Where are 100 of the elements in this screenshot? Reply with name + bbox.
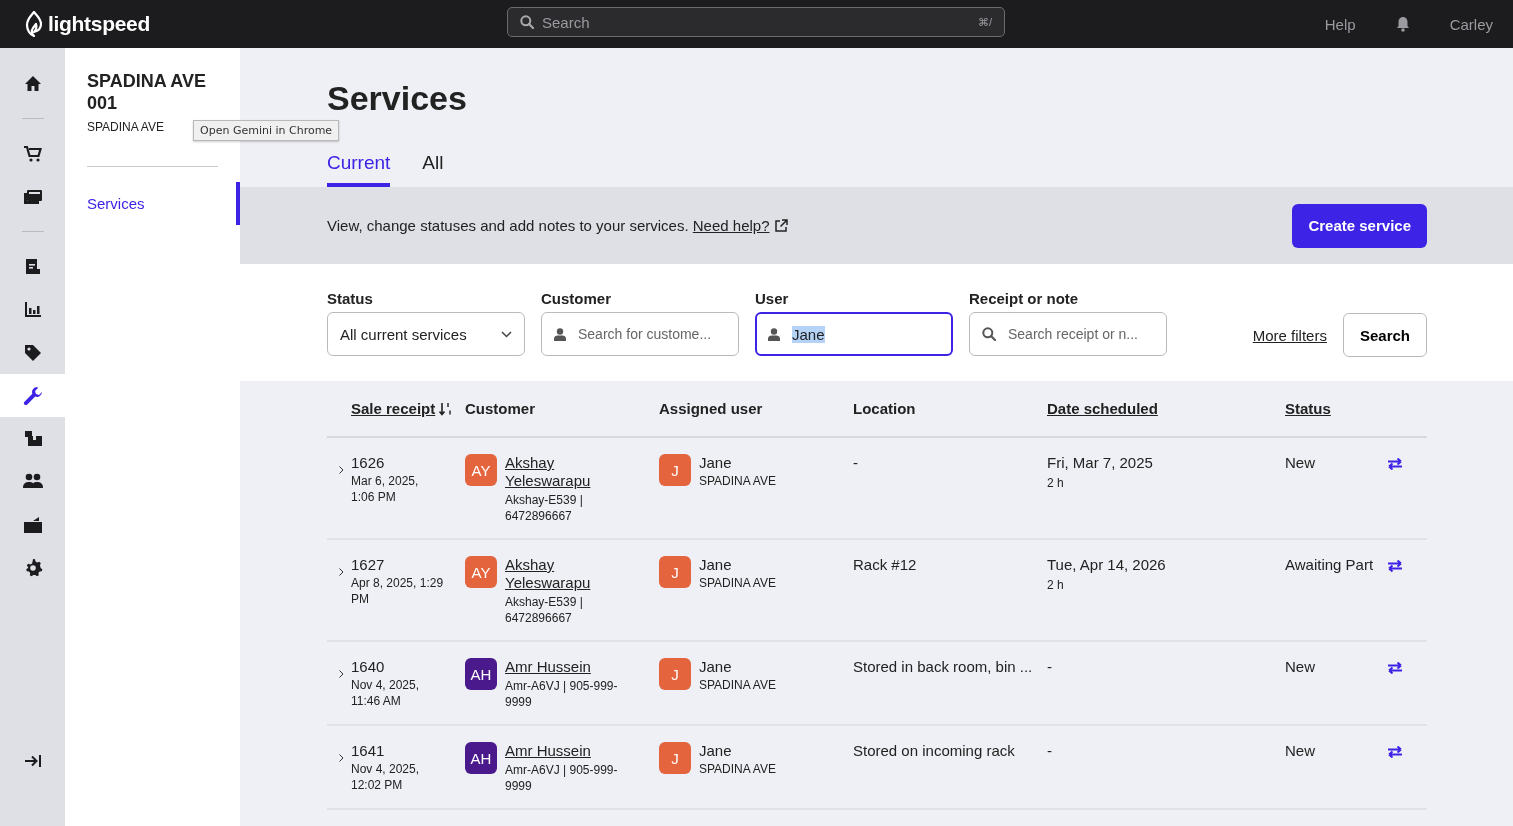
person-icon (768, 327, 780, 341)
swap-icon[interactable] (1387, 662, 1403, 674)
expand-chevron-icon[interactable] (339, 568, 344, 576)
column-header: Location (853, 400, 917, 417)
create-service-button[interactable]: Create service (1292, 203, 1427, 248)
status-text: New (1285, 742, 1315, 759)
field-label: Customer (541, 290, 612, 307)
customer-link[interactable]: Amr Hussein (505, 742, 635, 760)
chevron-down-icon (501, 330, 512, 338)
column-header: Assigned user (659, 400, 764, 417)
user-avatar: J (659, 556, 691, 588)
input-field[interactable]: Jane (755, 312, 953, 356)
column-header[interactable]: Sale receipt (351, 400, 465, 417)
receipt-number: 1626 (351, 454, 386, 471)
user-location: SPADINA AVE (699, 575, 776, 591)
placeholder-text: Search receipt or n... (1008, 326, 1138, 342)
user-name: Jane (699, 658, 733, 675)
customer-details: Amr-A6VJ | 905-999-9999 (505, 678, 619, 710)
search-field[interactable]: Search ⌘/ (507, 7, 1005, 37)
receipt-date: Nov 4, 2025, 11:46 AM (351, 677, 421, 709)
column-header[interactable]: Status (1285, 400, 1387, 417)
receipt-date: Apr 8, 2025, 1:29 PM (351, 575, 445, 607)
receipt-number: 1640 (351, 658, 386, 675)
person-icon (554, 327, 566, 341)
bar-chart-icon (22, 300, 43, 319)
user-name: Jane (699, 454, 733, 471)
input-value: Jane (792, 325, 825, 343)
help-link[interactable]: Help (1324, 15, 1356, 33)
swap-icon[interactable] (1387, 560, 1403, 572)
scheduled-date: Tue, Apr 14, 2026 (1047, 556, 1167, 573)
placeholder-text: Search (542, 13, 591, 31)
customer-details: Akshay-E539 | 6472896667 (505, 492, 584, 524)
expand-chevron-icon[interactable] (339, 466, 344, 474)
duration: 2 h (1047, 475, 1065, 491)
user-menu[interactable]: Carley (1449, 15, 1493, 33)
field-label: Status (327, 290, 374, 307)
banner-text: View, change statuses and add notes to your services. Need help? (327, 217, 788, 234)
location-text: Stored on incoming rack (853, 742, 1015, 759)
flame-icon (24, 11, 44, 37)
column-header: Customer (465, 400, 536, 417)
search-button[interactable]: Search (1342, 313, 1427, 357)
cart-icon (22, 144, 43, 163)
customer-avatar: AY (465, 454, 497, 486)
receipt-date: Nov 4, 2025, 12:02 PM (351, 761, 421, 793)
page-title: Services (327, 78, 468, 118)
tooltip: Open Gemini in Chrome (193, 120, 340, 141)
customer-details: Akshay-E539 | 6472896667 (505, 594, 584, 626)
customer-link[interactable]: Amr Hussein (505, 658, 635, 676)
tag-icon (22, 343, 43, 362)
field-label: Receipt or note (969, 290, 1080, 307)
help-link[interactable]: Need help? (692, 217, 788, 234)
logo[interactable]: lightspeed (24, 11, 150, 37)
expand-chevron-icon[interactable] (339, 670, 344, 678)
tab[interactable]: All (422, 146, 444, 187)
location-text: Rack #12 (853, 556, 917, 573)
user-name: Jane (699, 742, 733, 759)
customer-link[interactable]: Akshay Yeleswarapu (505, 454, 635, 490)
user-avatar: J (659, 742, 691, 774)
search-icon (982, 327, 996, 341)
collapse-icon[interactable] (23, 754, 42, 768)
location-text: Stored in back room, bin ... (853, 658, 1033, 675)
wrench-icon (22, 386, 43, 405)
scheduled-date: - (1047, 742, 1053, 759)
users-icon (22, 472, 43, 491)
swap-icon[interactable] (1387, 746, 1403, 758)
field-label: User (755, 290, 790, 307)
user-location: SPADINA AVE (699, 677, 776, 693)
logo-text: lightspeed (48, 12, 150, 36)
customer-details: Amr-A6VJ | 905-999-9999 (505, 762, 619, 794)
input-field[interactable]: Search receipt or n... (969, 312, 1167, 356)
bell-icon[interactable] (1395, 16, 1410, 32)
receipt-number: 1627 (351, 556, 386, 573)
external-link-icon (773, 218, 788, 233)
location-text: - (853, 454, 858, 471)
status-text: Awaiting Part (1285, 556, 1374, 573)
user-avatar: J (659, 658, 691, 690)
swap-icon[interactable] (1387, 458, 1403, 470)
receipt-date: Mar 6, 2025, 1:06 PM (351, 473, 420, 505)
customer-avatar: AH (465, 742, 497, 774)
more-filters-link[interactable]: More filters (1252, 327, 1327, 344)
user-location: SPADINA AVE (699, 473, 776, 489)
customer-link[interactable]: Akshay Yeleswarapu (505, 556, 635, 592)
shortcut-hint: ⌘/ (977, 15, 992, 29)
receipt-number: 1641 (351, 742, 386, 759)
store-name: SPADINA AVE 001 (87, 70, 207, 114)
input-field[interactable]: Search for custome... (541, 312, 739, 356)
customer-avatar: AY (465, 556, 497, 588)
user-name: Jane (699, 556, 733, 573)
status-dropdown[interactable]: All current services (327, 312, 525, 356)
search-icon (520, 15, 534, 29)
placeholder-text: Search for custome... (578, 326, 712, 342)
nav-item[interactable] (0, 374, 65, 417)
scheduled-date: - (1047, 658, 1053, 675)
expand-chevron-icon[interactable] (339, 754, 344, 762)
duration: 2 h (1047, 577, 1065, 593)
customer-avatar: AH (465, 658, 497, 690)
column-header[interactable]: Date scheduled (1047, 400, 1285, 417)
screens-icon (22, 187, 43, 206)
scheduled-date: Fri, Mar 7, 2025 (1047, 454, 1154, 471)
user-location: SPADINA AVE (699, 761, 776, 777)
